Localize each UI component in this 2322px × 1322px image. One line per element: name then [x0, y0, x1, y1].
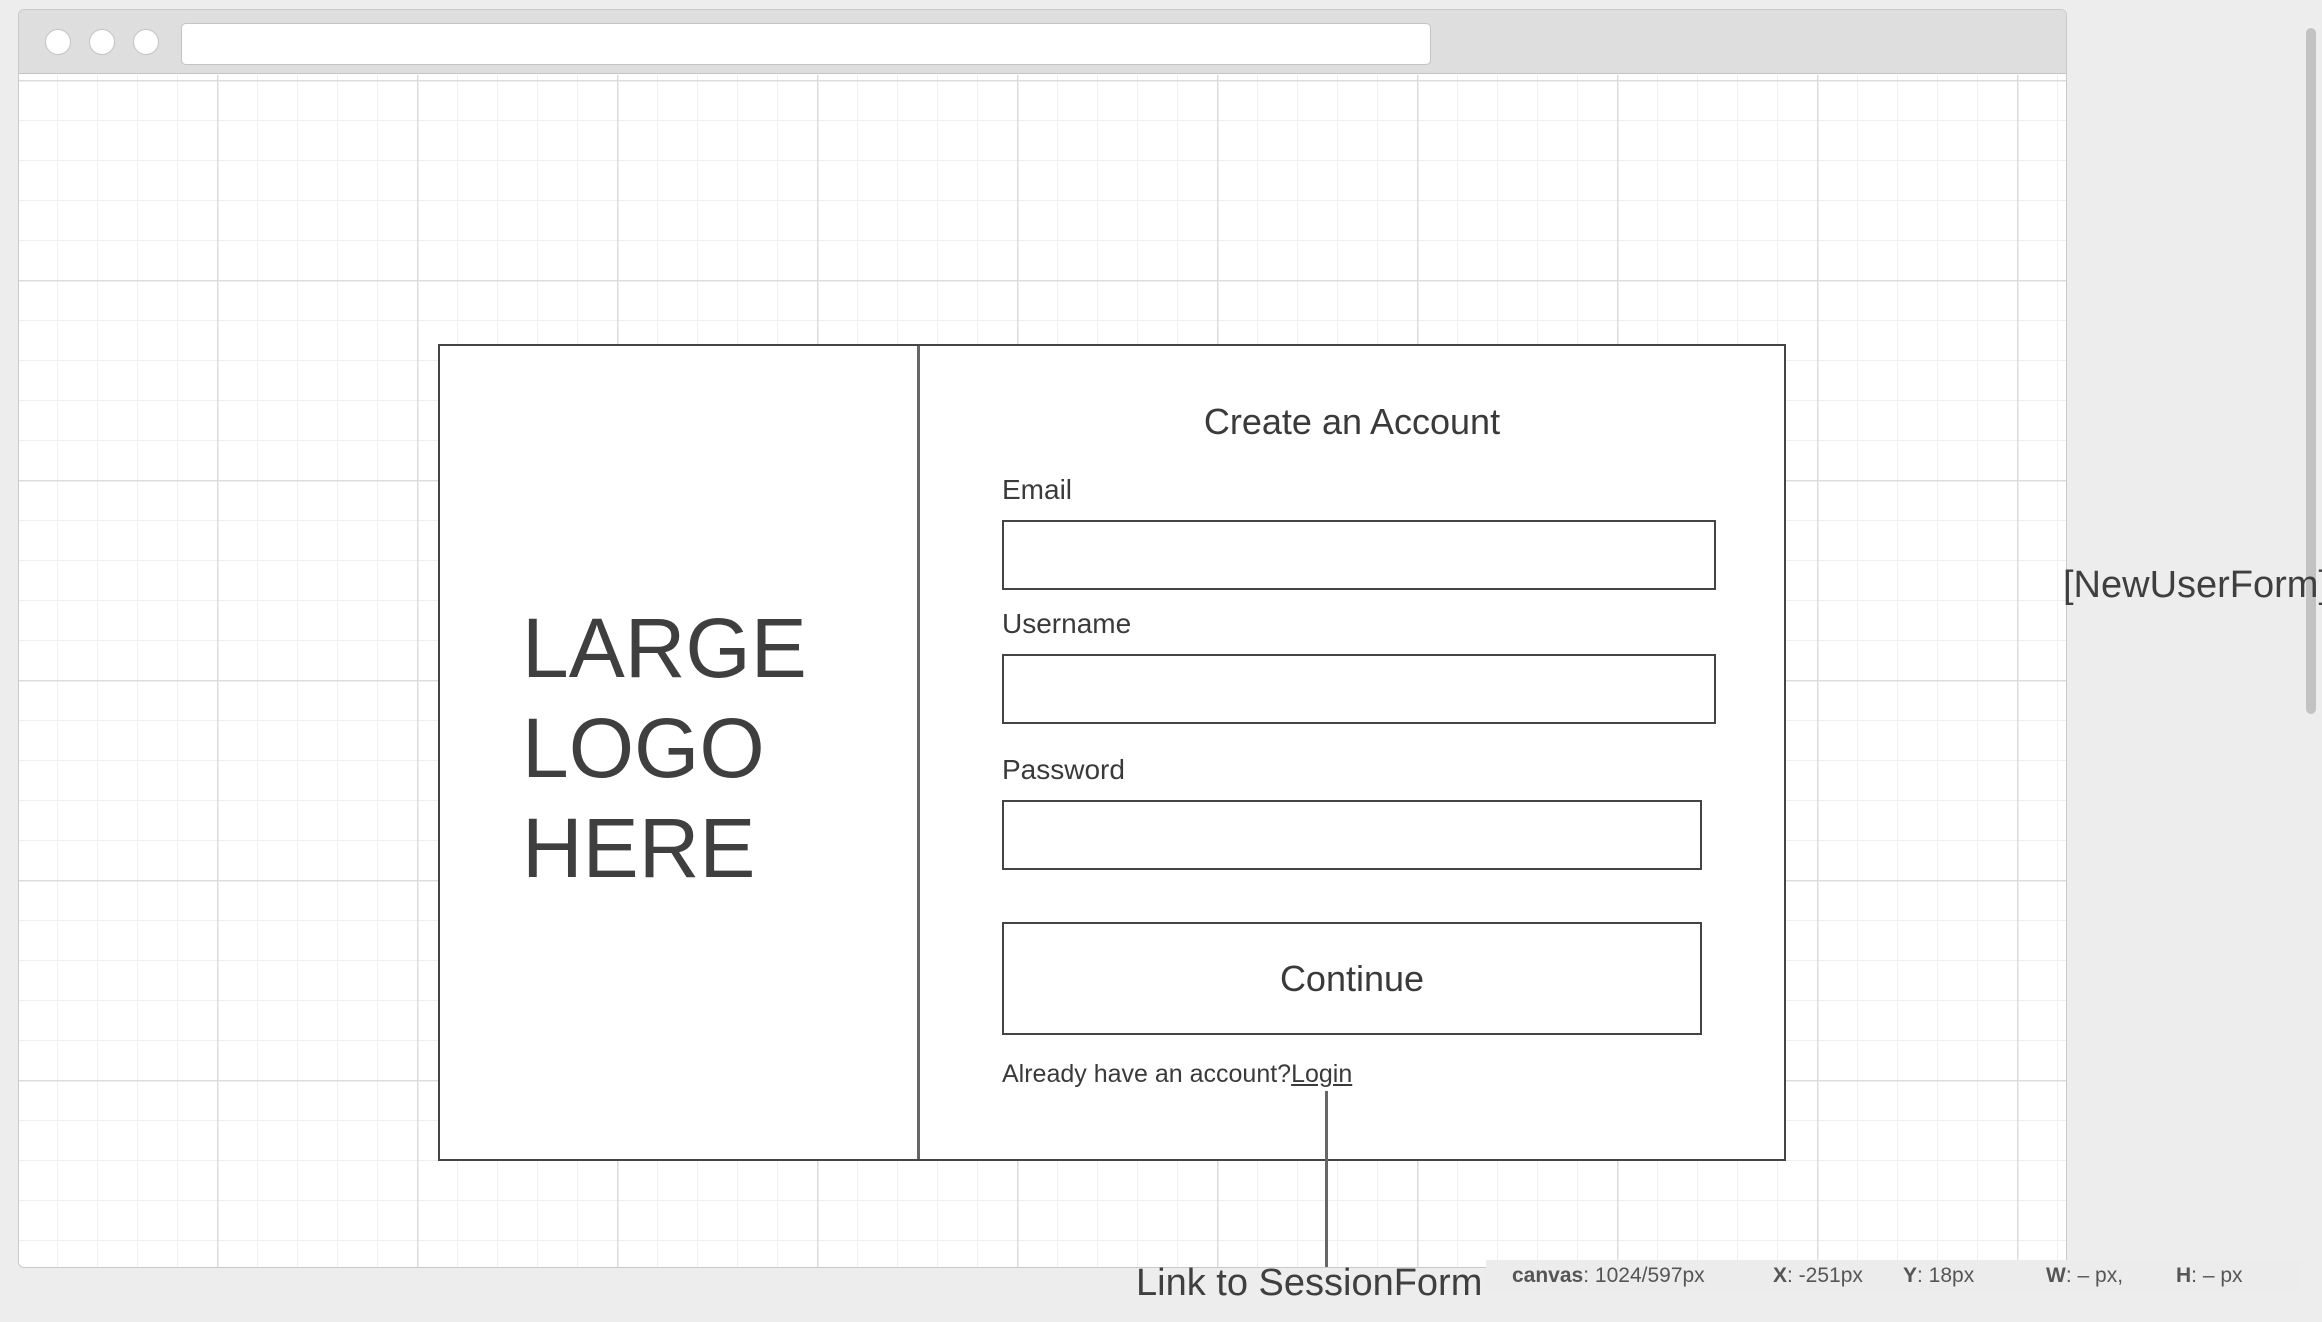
- annotation-connector-line: [1325, 1091, 1328, 1267]
- status-w-label: W: [2046, 1264, 2066, 1287]
- status-w-value: : – px,: [2065, 1264, 2124, 1287]
- email-field[interactable]: [1002, 520, 1716, 590]
- browser-window: LARGE LOGO HERE Create an Account Email …: [18, 9, 2067, 1268]
- username-field[interactable]: [1002, 654, 1716, 724]
- status-canvas: canvas: 1024/597px: [1512, 1264, 1705, 1288]
- login-link[interactable]: Login: [1291, 1060, 1352, 1088]
- status-h: H: – px: [2176, 1264, 2243, 1288]
- status-x: X: -251px: [1773, 1264, 1863, 1288]
- login-prompt-row: Already have an account?Login: [1002, 1060, 1352, 1089]
- status-h-value: : – px: [2191, 1264, 2243, 1287]
- status-y-label: Y: [1903, 1264, 1918, 1287]
- vertical-scrollbar[interactable]: [2306, 28, 2316, 714]
- close-window-button[interactable]: [45, 29, 71, 55]
- status-canvas-label: canvas: [1512, 1264, 1584, 1287]
- new-user-form-card: LARGE LOGO HERE Create an Account Email …: [438, 344, 1786, 1161]
- link-note-annotation: Link to SessionForm: [1136, 1262, 1483, 1304]
- status-w: W: – px,: [2046, 1264, 2123, 1288]
- login-prompt-text: Already have an account?: [1002, 1060, 1292, 1088]
- wireframe-canvas: LARGE LOGO HERE Create an Account Email …: [19, 75, 2066, 1267]
- component-name-annotation: [NewUserForm]: [2063, 564, 2322, 606]
- status-x-label: X: [1773, 1264, 1788, 1287]
- status-y: Y: 18px: [1903, 1264, 1974, 1288]
- username-label: Username: [1002, 608, 1132, 639]
- status-bar: canvas: 1024/597px X: -251px Y: 18px W: …: [1486, 1260, 2302, 1294]
- logo-panel: LARGE LOGO HERE: [440, 346, 920, 1159]
- browser-titlebar: [19, 10, 2066, 74]
- status-y-value: : 18px: [1917, 1264, 1975, 1287]
- password-field[interactable]: [1002, 800, 1702, 870]
- password-label: Password: [1002, 754, 1125, 785]
- continue-button[interactable]: Continue: [1002, 922, 1702, 1035]
- maximize-window-button[interactable]: [133, 29, 159, 55]
- status-canvas-value: : 1024/597px: [1583, 1264, 1705, 1287]
- logo-placeholder: LARGE LOGO HERE: [522, 601, 807, 895]
- form-title: Create an Account: [1203, 401, 1501, 442]
- minimize-window-button[interactable]: [89, 29, 115, 55]
- status-h-label: H: [2176, 1264, 2192, 1287]
- status-x-value: : -251px: [1787, 1264, 1863, 1287]
- address-bar[interactable]: [181, 23, 1431, 65]
- email-label: Email: [1002, 474, 1073, 505]
